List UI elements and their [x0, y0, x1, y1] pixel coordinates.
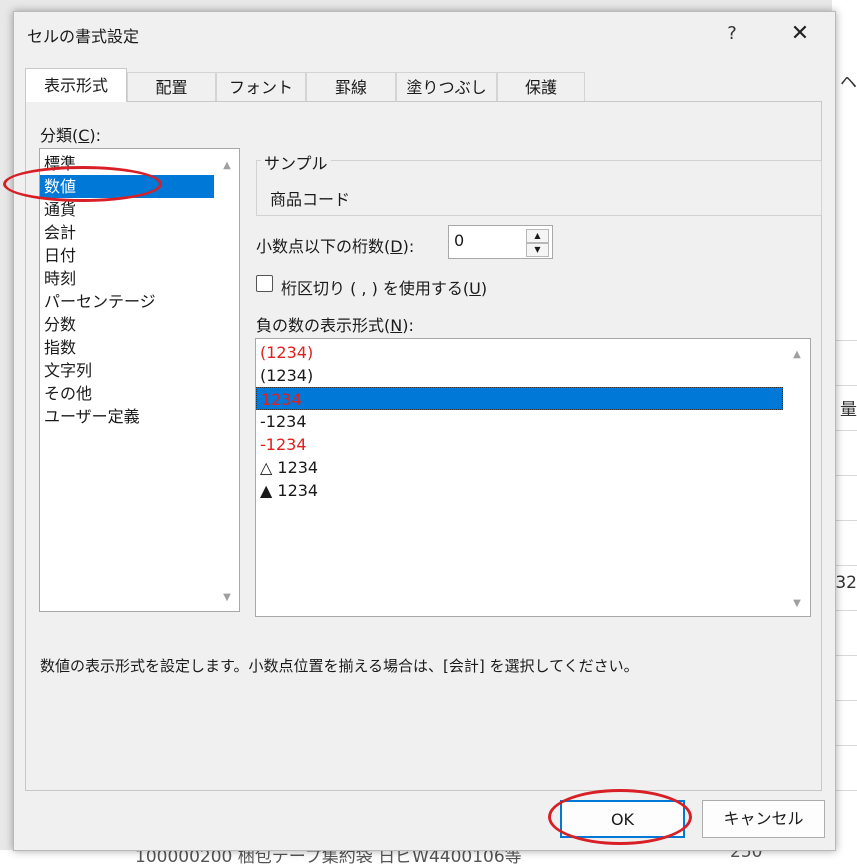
category-item-selected[interactable]: 数値	[40, 175, 214, 198]
scroll-down-icon[interactable]: ▼	[220, 591, 234, 605]
tab-border[interactable]: 罫線	[306, 72, 396, 102]
dialog-title: セルの書式設定	[27, 27, 140, 46]
category-item[interactable]: 時刻	[40, 267, 214, 290]
background-row-text: 100000200 梱包テープ集約袋 日ビW4400106等	[135, 850, 522, 867]
scroll-up-icon[interactable]: ▲	[790, 348, 804, 362]
category-list[interactable]: 標準 数値 通貨 会計 日付 時刻 パーセンテージ 分数 指数 文字列 その他 …	[39, 148, 240, 612]
background-cell-text: 32	[835, 573, 857, 593]
help-button[interactable]: ?	[714, 20, 750, 48]
category-item[interactable]: 標準	[40, 152, 214, 175]
tab-alignment[interactable]: 配置	[127, 72, 216, 102]
scroll-up-icon[interactable]: ▲	[220, 159, 234, 173]
negative-format-item[interactable]: △ 1234	[256, 456, 783, 479]
decimal-places-value[interactable]: 0	[454, 231, 464, 250]
category-label: 分類(C):	[40, 126, 102, 145]
background-cell-text: 量	[840, 400, 857, 420]
negative-format-item-selected[interactable]: 1234	[256, 387, 783, 410]
scroll-down-icon[interactable]: ▼	[790, 597, 804, 611]
category-item[interactable]: ユーザー定義	[40, 405, 214, 428]
close-button[interactable]: ✕	[780, 20, 820, 48]
background-row-number: 250	[730, 850, 763, 862]
sample-value: 商品コード	[270, 190, 351, 209]
category-item[interactable]: 分数	[40, 313, 214, 336]
tab-font[interactable]: フォント	[216, 72, 306, 102]
negative-numbers-label: 負の数の表示形式(N):	[256, 316, 414, 335]
title-bar: セルの書式設定 ? ✕	[14, 12, 835, 54]
category-item[interactable]: パーセンテージ	[40, 290, 214, 313]
negative-numbers-list[interactable]: (1234) (1234) 1234 -1234 -1234 △ 1234 ▲ …	[255, 338, 811, 617]
negative-format-item[interactable]: ▲ 1234	[256, 479, 783, 502]
category-item[interactable]: その他	[40, 382, 214, 405]
ok-button[interactable]: OK	[560, 800, 685, 838]
spin-down-icon[interactable]: ▼	[526, 243, 549, 257]
format-description: 数値の表示形式を設定します。小数点位置を揃える場合は、[会計] を選択してくださ…	[40, 657, 639, 675]
background-row: 100000200 梱包テープ集約袋 日ビW4400106等 250	[0, 850, 857, 868]
tab-protection[interactable]: 保護	[497, 72, 585, 102]
background-cell-text: ヘ	[840, 73, 857, 93]
category-item[interactable]: 日付	[40, 244, 214, 267]
category-item[interactable]: 会計	[40, 221, 214, 244]
negative-format-item[interactable]: (1234)	[256, 364, 783, 387]
sample-title: サンプル	[261, 150, 331, 174]
negative-format-item[interactable]: (1234)	[256, 341, 783, 364]
decimal-places-spinner[interactable]: 0 ▲ ▼	[448, 225, 553, 259]
negative-format-item[interactable]: -1234	[256, 433, 783, 456]
thousands-separator-label: 桁区切り ( , ) を使用する(U)	[281, 279, 488, 298]
cancel-button[interactable]: キャンセル	[702, 800, 825, 838]
negative-format-item[interactable]: -1234	[256, 410, 783, 433]
spin-up-icon[interactable]: ▲	[526, 229, 549, 243]
tab-fill[interactable]: 塗りつぶし	[396, 72, 497, 102]
tab-number[interactable]: 表示形式	[25, 68, 127, 102]
thousands-separator-checkbox[interactable]	[256, 275, 273, 292]
category-item[interactable]: 指数	[40, 336, 214, 359]
category-item[interactable]: 通貨	[40, 198, 214, 221]
category-item[interactable]: 文字列	[40, 359, 214, 382]
decimal-places-label: 小数点以下の桁数(D):	[256, 237, 415, 256]
